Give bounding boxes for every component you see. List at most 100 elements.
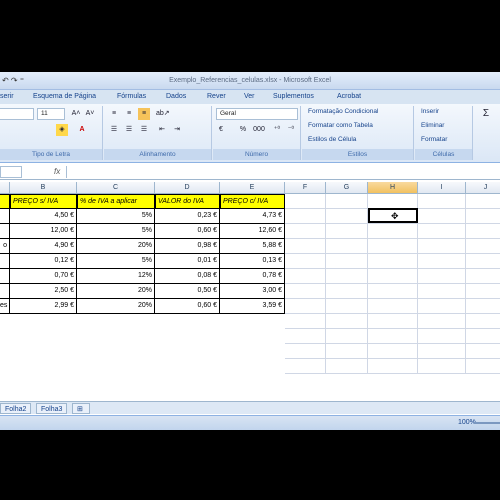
grid-cell[interactable]: [326, 239, 368, 254]
grid-cell[interactable]: [285, 314, 326, 329]
table-cell[interactable]: 0,50 €: [155, 284, 220, 299]
grid-cell[interactable]: [326, 344, 368, 359]
grid-cell[interactable]: [285, 224, 326, 239]
grid-cell[interactable]: [418, 269, 466, 284]
table-cell[interactable]: 0,60 €: [155, 299, 220, 314]
grid-cell[interactable]: [466, 194, 500, 209]
table-cell[interactable]: 20%: [77, 299, 155, 314]
grid-cell[interactable]: [326, 314, 368, 329]
grid-cell[interactable]: [368, 284, 418, 299]
table-cell[interactable]: 2,99 €: [10, 299, 77, 314]
align-middle-icon[interactable]: ≡: [123, 108, 135, 120]
column-header-i[interactable]: I: [418, 182, 466, 194]
grid-cell[interactable]: [326, 209, 368, 224]
table-cell[interactable]: 3,00 €: [220, 284, 285, 299]
table-cell[interactable]: 0,70 €: [10, 269, 77, 284]
percent-icon[interactable]: %: [237, 124, 249, 136]
table-header-cell[interactable]: PREÇO c/ IVA: [220, 194, 285, 209]
tab-formulas[interactable]: Fórmulas: [117, 93, 146, 100]
new-sheet-icon[interactable]: ⊞: [72, 403, 90, 414]
table-cell[interactable]: 12,00 €: [10, 224, 77, 239]
grid-cell[interactable]: [326, 269, 368, 284]
grid-cell[interactable]: [326, 224, 368, 239]
grid-cell[interactable]: [326, 254, 368, 269]
grid-cell[interactable]: [466, 344, 500, 359]
grid-cell[interactable]: [418, 254, 466, 269]
grid-cell[interactable]: [418, 239, 466, 254]
grid-cell[interactable]: [368, 194, 418, 209]
thousands-icon[interactable]: 000: [251, 124, 267, 136]
row-label-cell[interactable]: [0, 224, 10, 239]
grid-cell[interactable]: [326, 284, 368, 299]
table-header-cell[interactable]: % de IVA a aplicar: [77, 194, 155, 209]
grid-cell[interactable]: [418, 284, 466, 299]
grid-cell[interactable]: [285, 254, 326, 269]
table-cell[interactable]: 2,50 €: [10, 284, 77, 299]
table-cell[interactable]: 4,90 €: [10, 239, 77, 254]
grid-cell[interactable]: [285, 359, 326, 374]
grid-cell[interactable]: [285, 239, 326, 254]
grid-cell[interactable]: [326, 329, 368, 344]
tab-data[interactable]: Dados: [166, 93, 186, 100]
align-bottom-icon[interactable]: ≡: [138, 108, 150, 120]
grid-cell[interactable]: [368, 269, 418, 284]
table-cell[interactable]: 0,60 €: [155, 224, 220, 239]
tab-addins[interactable]: Suplementos: [273, 93, 314, 100]
column-header-j[interactable]: J: [466, 182, 500, 194]
grid-cell[interactable]: [368, 329, 418, 344]
grid-cell[interactable]: [368, 224, 418, 239]
grid-cell[interactable]: [285, 344, 326, 359]
number-format-select[interactable]: Geral: [216, 108, 298, 120]
column-header-f[interactable]: F: [285, 182, 326, 194]
row-label-cell[interactable]: [0, 269, 10, 284]
table-cell[interactable]: 0,12 €: [10, 254, 77, 269]
table-cell[interactable]: 20%: [77, 284, 155, 299]
formula-input[interactable]: [66, 166, 500, 178]
grid-cell[interactable]: [418, 299, 466, 314]
grid-cell[interactable]: [466, 359, 500, 374]
format-cells-button[interactable]: Formatar: [421, 136, 447, 143]
grid-cell[interactable]: [466, 299, 500, 314]
grid-cell[interactable]: [326, 194, 368, 209]
font-name-select[interactable]: [0, 108, 34, 120]
column-header-d[interactable]: D: [155, 182, 220, 194]
align-left-icon[interactable]: ☰: [108, 124, 120, 136]
row-label-cell[interactable]: o: [0, 239, 10, 254]
column-header-b[interactable]: B: [10, 182, 77, 194]
select-all-corner[interactable]: [0, 182, 10, 194]
table-header-cell[interactable]: VALOR do IVA: [155, 194, 220, 209]
align-center-icon[interactable]: ☰: [123, 124, 135, 136]
tab-acrobat[interactable]: Acrobat: [337, 93, 361, 100]
grid-cell[interactable]: [285, 299, 326, 314]
grid-cell[interactable]: [285, 209, 326, 224]
grid-cell[interactable]: [368, 359, 418, 374]
sheet-tab-folha3[interactable]: Folha3: [36, 403, 68, 414]
row-label-cell[interactable]: [0, 284, 10, 299]
grid-cell[interactable]: [466, 314, 500, 329]
grid-cell[interactable]: [418, 314, 466, 329]
table-header-label-cell[interactable]: [0, 194, 10, 209]
shrink-font-icon[interactable]: A˅: [84, 108, 96, 120]
table-cell[interactable]: 4,73 €: [220, 209, 285, 224]
grid-cell[interactable]: [418, 359, 466, 374]
table-cell[interactable]: 0,13 €: [220, 254, 285, 269]
grid-cell[interactable]: [368, 299, 418, 314]
grid-cell[interactable]: [368, 344, 418, 359]
grid-cell[interactable]: [466, 224, 500, 239]
conditional-formatting-button[interactable]: Formatação Condicional: [308, 108, 378, 115]
tab-review[interactable]: Rever: [207, 93, 226, 100]
row-label-cell[interactable]: es: [0, 299, 10, 314]
grid-cell[interactable]: [326, 359, 368, 374]
row-label-cell[interactable]: [0, 254, 10, 269]
grid-cell[interactable]: [466, 239, 500, 254]
table-cell[interactable]: 0,01 €: [155, 254, 220, 269]
grid-cell[interactable]: [285, 269, 326, 284]
grid-cell[interactable]: [418, 194, 466, 209]
grid-cell[interactable]: [466, 254, 500, 269]
grid-cell[interactable]: [285, 194, 326, 209]
grid-cell[interactable]: [368, 254, 418, 269]
column-header-h[interactable]: H: [368, 182, 418, 194]
sheet-tab-folha2[interactable]: Folha2: [0, 403, 32, 414]
row-label-cell[interactable]: [0, 209, 10, 224]
zoom-slider[interactable]: [474, 422, 500, 424]
